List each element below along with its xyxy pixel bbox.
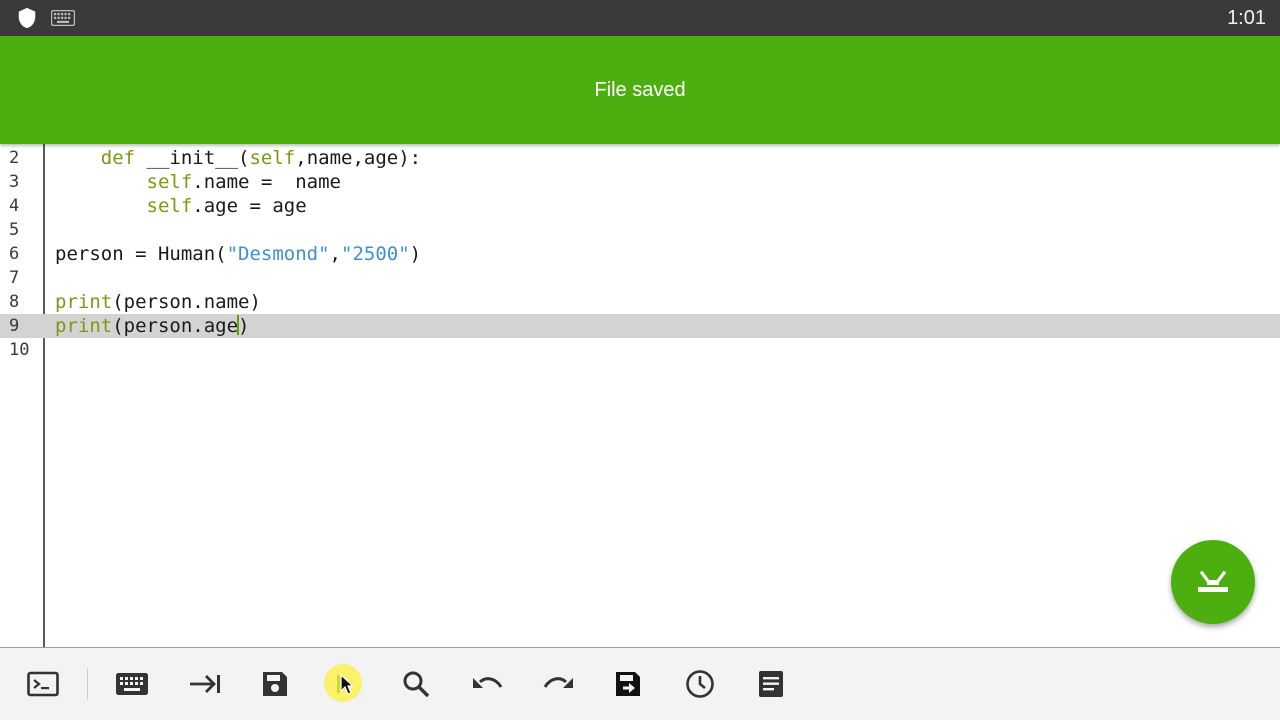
mouse-pointer-icon: [340, 674, 355, 695]
line-text: person = Human("Desmond","2500"): [55, 243, 422, 265]
save-as-icon: [616, 672, 640, 696]
toast-message: File saved: [594, 78, 686, 101]
code-line[interactable]: 4 self.age = age: [0, 194, 1280, 218]
code-line[interactable]: 6 person = Human("Desmond","2500"): [0, 242, 1280, 266]
line-text: print(person.name): [55, 291, 261, 313]
terminal-icon: [27, 671, 59, 697]
keyboard-icon: [116, 673, 148, 695]
keyboard-button[interactable]: [114, 666, 150, 702]
code-line[interactable]: 5: [0, 218, 1280, 242]
tab-icon: [190, 675, 220, 693]
line-number: 4: [9, 196, 20, 216]
code-line[interactable]: 10: [0, 338, 1280, 362]
line-number: 7: [9, 268, 20, 288]
terminal-button[interactable]: [25, 666, 61, 702]
collapse-keyboard-icon: [1198, 570, 1228, 592]
keyboard-icon: [51, 10, 75, 26]
undo-button[interactable]: [469, 666, 505, 702]
status-bar: 1:01: [0, 0, 1280, 36]
code-line[interactable]: 8 print(person.name): [0, 290, 1280, 314]
search-icon: [403, 671, 430, 698]
line-text: self.name = name: [146, 171, 341, 193]
code-line[interactable]: 3 self.name = name: [0, 170, 1280, 194]
line-number: 3: [9, 172, 20, 192]
bottom-toolbar: [0, 648, 1280, 720]
code-line[interactable]: 7: [0, 266, 1280, 290]
save-as-button[interactable]: [611, 666, 647, 702]
line-text: print(person.age): [55, 315, 250, 337]
code-line[interactable]: 2 def __init__(self,name,age):: [0, 146, 1280, 170]
redo-button[interactable]: [541, 666, 577, 702]
save-button[interactable]: [257, 666, 293, 702]
line-number: 2: [9, 148, 20, 168]
line-number: 8: [9, 292, 20, 312]
history-button[interactable]: [682, 666, 718, 702]
line-number: 5: [9, 220, 20, 240]
menu-icon: [759, 671, 783, 697]
save-icon: [263, 672, 287, 696]
tab-button[interactable]: [187, 666, 223, 702]
search-button[interactable]: [398, 666, 434, 702]
menu-button[interactable]: [753, 666, 789, 702]
current-code-line[interactable]: 9 print(person.age): [0, 314, 1280, 338]
line-number: 6: [9, 244, 20, 264]
redo-icon: [543, 677, 573, 688]
line-number: 9: [9, 316, 20, 336]
undo-icon: [473, 677, 503, 688]
file-saved-toast: File saved: [0, 36, 1280, 144]
history-icon: [686, 670, 714, 698]
shield-icon: [18, 7, 36, 29]
line-text: def __init__(self,name,age):: [100, 147, 422, 169]
code-editor[interactable]: 2 def __init__(self,name,age): 3 self.na…: [0, 144, 1280, 648]
line-text: self.age = age: [146, 195, 307, 217]
toolbar-divider: [87, 668, 88, 700]
collapse-keyboard-button[interactable]: [1171, 540, 1255, 624]
status-clock: 1:01: [1227, 7, 1266, 29]
line-number: 10: [9, 340, 30, 360]
